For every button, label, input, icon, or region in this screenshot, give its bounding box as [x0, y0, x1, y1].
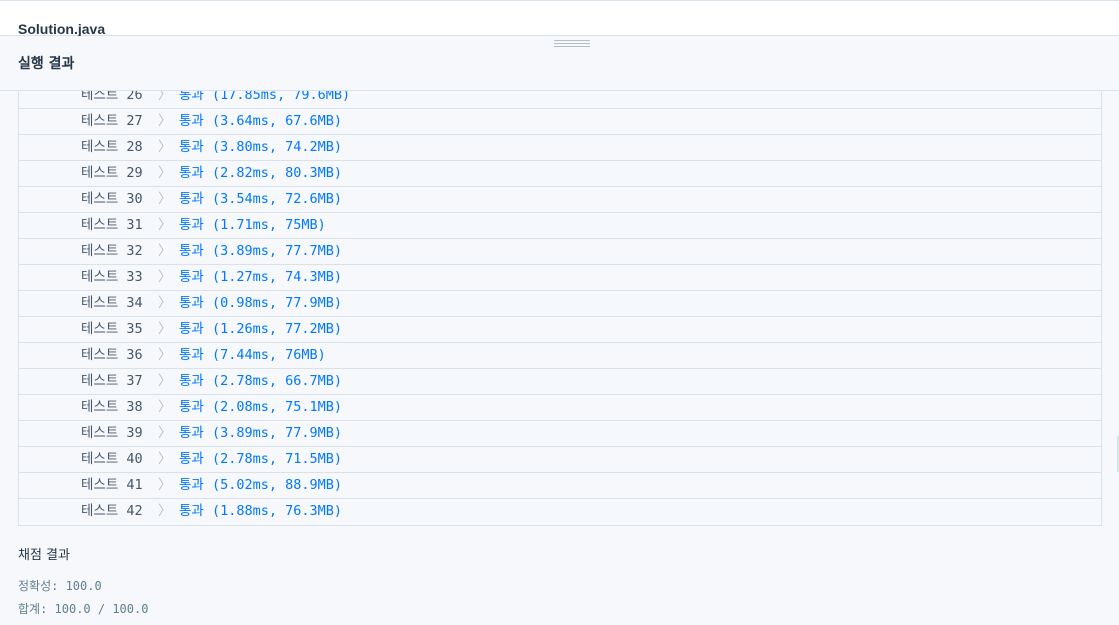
test-label: 테스트 34: [81, 295, 143, 311]
test-result-row: 테스트 42 〉 통과 (1.88ms, 76.3MB): [19, 499, 1101, 525]
chevron-right-icon: 〉: [158, 191, 172, 207]
chevron-right-icon: 〉: [158, 269, 172, 285]
test-result-row: 테스트 39 〉 통과 (3.89ms, 77.9MB): [19, 421, 1101, 447]
chevron-right-icon: 〉: [158, 139, 172, 155]
test-pass-status: 통과 (3.89ms, 77.9MB): [179, 425, 343, 441]
total-score: 합계: 100.0 / 100.0: [18, 602, 149, 616]
test-label: 테스트 37: [81, 373, 143, 389]
test-result-row: 테스트 32 〉 통과 (3.89ms, 77.7MB): [19, 239, 1101, 265]
chevron-right-icon: 〉: [158, 477, 172, 493]
test-label: 테스트 32: [81, 243, 143, 259]
chevron-right-icon: 〉: [158, 243, 172, 259]
grading-result: 채점 결과 정확성: 100.0 합계: 100.0 / 100.0: [18, 548, 618, 621]
test-label: 테스트 35: [81, 321, 143, 337]
result-panel-title: 실행 결과: [18, 56, 75, 72]
accuracy-score: 정확성: 100.0: [18, 579, 102, 593]
test-result-row: 테스트 37 〉 통과 (2.78ms, 66.7MB): [19, 369, 1101, 395]
test-pass-status: 통과 (7.44ms, 76MB): [179, 347, 326, 363]
test-result-row: 테스트 36 〉 통과 (7.44ms, 76MB): [19, 343, 1101, 369]
chevron-right-icon: 〉: [158, 91, 172, 103]
test-pass-status: 통과 (1.26ms, 77.2MB): [179, 321, 343, 337]
chevron-right-icon: 〉: [158, 451, 172, 467]
test-label: 테스트 31: [81, 217, 143, 233]
test-pass-status: 통과 (1.27ms, 74.3MB): [179, 269, 343, 285]
test-pass-status: 통과 (1.71ms, 75MB): [179, 217, 326, 233]
editor-tab-bar: Solution.java: [0, 0, 1119, 37]
test-label: 테스트 33: [81, 269, 143, 285]
test-label: 테스트 29: [81, 165, 143, 181]
result-output[interactable]: 테스트 26 〉 통과 (17.85ms, 79.6MB) 테스트 27 〉 통과 (3.…: [0, 91, 1119, 625]
grading-result-heading: 채점 결과: [18, 548, 70, 563]
test-label: 테스트 36: [81, 347, 143, 363]
chevron-right-icon: 〉: [158, 347, 172, 363]
test-pass-status: 통과 (2.82ms, 80.3MB): [179, 165, 343, 181]
test-label: 테스트 41: [81, 477, 143, 493]
app-root: Solution.java 실행 결과 테스트 26 〉 통과 (17.85ms, …: [0, 0, 1119, 625]
test-result-row: 테스트 33 〉 통과 (1.27ms, 74.3MB): [19, 265, 1101, 291]
test-pass-status: 통과 (2.78ms, 66.7MB): [179, 373, 343, 389]
test-result-row: 테스트 28 〉 통과 (3.80ms, 74.2MB): [19, 135, 1101, 161]
chevron-right-icon: 〉: [158, 217, 172, 233]
test-result-row: 테스트 30 〉 통과 (3.54ms, 72.6MB): [19, 187, 1101, 213]
test-pass-status: 통과 (17.85ms, 79.6MB): [179, 91, 351, 103]
test-label: 테스트 26: [81, 91, 143, 103]
chevron-right-icon: 〉: [158, 425, 172, 441]
test-result-row: 테스트 26 〉 통과 (17.85ms, 79.6MB): [19, 91, 1101, 109]
chevron-right-icon: 〉: [158, 165, 172, 181]
chevron-right-icon: 〉: [158, 503, 172, 519]
test-result-row: 테스트 41 〉 통과 (5.02ms, 88.9MB): [19, 473, 1101, 499]
test-label: 테스트 42: [81, 503, 143, 519]
test-pass-status: 통과 (3.80ms, 74.2MB): [179, 139, 343, 155]
test-pass-status: 통과 (3.64ms, 67.6MB): [179, 113, 343, 129]
test-pass-status: 통과 (0.98ms, 77.9MB): [179, 295, 343, 311]
chevron-right-icon: 〉: [158, 321, 172, 337]
chevron-right-icon: 〉: [158, 399, 172, 415]
chevron-right-icon: 〉: [158, 373, 172, 389]
test-pass-status: 통과 (2.78ms, 71.5MB): [179, 451, 343, 467]
result-panel-header: 실행 결과: [0, 36, 1119, 91]
test-results-list: 테스트 26 〉 통과 (17.85ms, 79.6MB) 테스트 27 〉 통과 (3.…: [18, 91, 1102, 526]
test-pass-status: 통과 (3.89ms, 77.7MB): [179, 243, 343, 259]
test-result-row: 테스트 34 〉 통과 (0.98ms, 77.9MB): [19, 291, 1101, 317]
test-label: 테스트 28: [81, 139, 143, 155]
test-pass-status: 통과 (1.88ms, 76.3MB): [179, 503, 343, 519]
test-result-row: 테스트 29 〉 통과 (2.82ms, 80.3MB): [19, 161, 1101, 187]
test-pass-status: 통과 (5.02ms, 88.9MB): [179, 477, 343, 493]
test-result-row: 테스트 31 〉 통과 (1.71ms, 75MB): [19, 213, 1101, 239]
test-label: 테스트 30: [81, 191, 143, 207]
test-pass-status: 통과 (2.08ms, 75.1MB): [179, 399, 343, 415]
file-tab-solution-java[interactable]: Solution.java: [18, 21, 105, 37]
drag-handle-icon[interactable]: [554, 40, 590, 49]
test-pass-status: 통과 (3.54ms, 72.6MB): [179, 191, 343, 207]
chevron-right-icon: 〉: [158, 295, 172, 311]
test-label: 테스트 38: [81, 399, 143, 415]
test-label: 테스트 39: [81, 425, 143, 441]
test-result-row: 테스트 38 〉 통과 (2.08ms, 75.1MB): [19, 395, 1101, 421]
test-result-row: 테스트 27 〉 통과 (3.64ms, 67.6MB): [19, 109, 1101, 135]
test-label: 테스트 40: [81, 451, 143, 467]
chevron-right-icon: 〉: [158, 113, 172, 129]
test-result-row: 테스트 35 〉 통과 (1.26ms, 77.2MB): [19, 317, 1101, 343]
test-result-row: 테스트 40 〉 통과 (2.78ms, 71.5MB): [19, 447, 1101, 473]
test-label: 테스트 27: [81, 113, 143, 129]
